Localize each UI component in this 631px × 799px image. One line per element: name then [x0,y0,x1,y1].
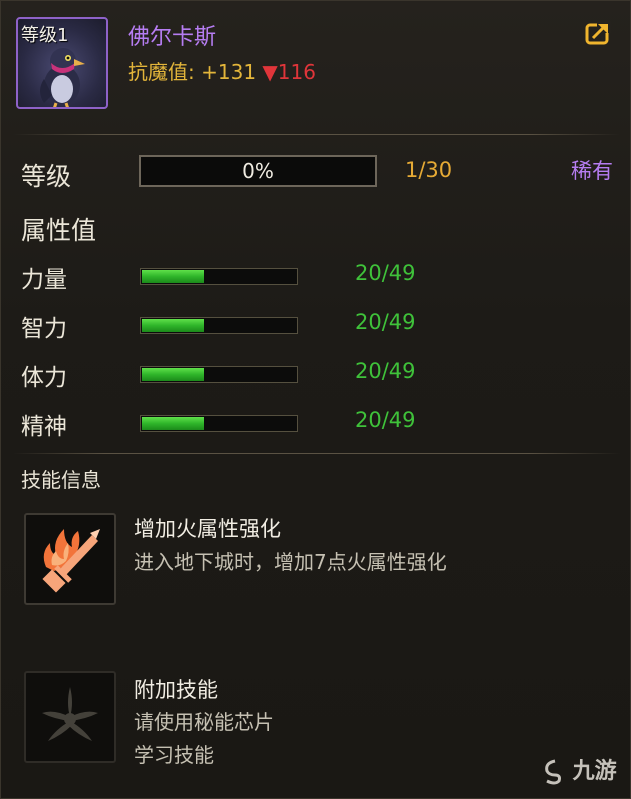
stat-row-strength: 力量 20/49 [1,260,631,294]
skill-name: 附加技能 [134,678,218,702]
magic-resist-decrease: ▼116 [262,60,316,84]
stat-name: 体力 [21,365,67,391]
stat-bar [140,366,298,383]
stat-name: 力量 [21,267,67,293]
stat-row-vitality: 体力 20/49 [1,358,631,392]
header-divider [13,134,620,135]
skills-title: 技能信息 [21,468,101,492]
flame-sword-icon [42,529,100,593]
magic-resist-label: 抗魔值: [128,60,195,84]
skill-slot-fire[interactable] [24,513,116,605]
level-label: 等级 [21,162,72,191]
stat-bar-fill [142,368,204,381]
stat-bar [140,415,298,432]
skill-name: 增加火属性强化 [134,517,281,541]
pet-info-panel: 等级1 佛尔卡斯 抗魔值: +131 ▼116 等级 0% 1/30 稀有 属性… [0,0,631,799]
attributes-title: 属性值 [21,216,97,245]
stat-bar-fill [142,417,204,430]
locked-skill-icon [42,687,98,741]
stat-value: 20/49 [355,408,416,432]
skills-divider [13,453,620,454]
pet-name: 佛尔卡斯 [128,25,217,50]
skill-description-2: 学习技能 [134,743,214,767]
stat-name: 精神 [21,414,67,440]
stat-value: 20/49 [355,261,416,285]
skill-description: 进入地下城时，增加7点火属性强化 [134,550,447,574]
pet-portrait[interactable]: 等级1 [16,17,108,109]
skill-description: 请使用秘能芯片 [134,710,274,734]
watermark-text: 九游 [572,759,617,784]
stat-row-intelligence: 智力 20/49 [1,309,631,343]
skill-slot-extra[interactable] [24,671,116,763]
stat-bar [140,317,298,334]
stat-bar [140,268,298,285]
stat-row-spirit: 精神 20/49 [1,407,631,441]
share-icon[interactable] [585,21,611,45]
stat-name: 智力 [21,316,67,342]
stat-value: 20/49 [355,359,416,383]
rarity-label: 稀有 [571,159,613,183]
level-count: 1/30 [405,158,453,182]
magic-resist-row: 抗魔值: +131 ▼116 [128,56,316,85]
stat-bar-fill [142,270,204,283]
jiuyou-logo-icon [545,759,561,785]
watermark: 九游 [543,753,617,785]
magic-resist-value: +131 [201,60,257,84]
level-progress-bar: 0% [139,155,377,187]
level-progress-text: 0% [242,159,274,183]
stat-value: 20/49 [355,310,416,334]
bird-icon [40,48,85,107]
stat-bar-fill [142,319,204,332]
